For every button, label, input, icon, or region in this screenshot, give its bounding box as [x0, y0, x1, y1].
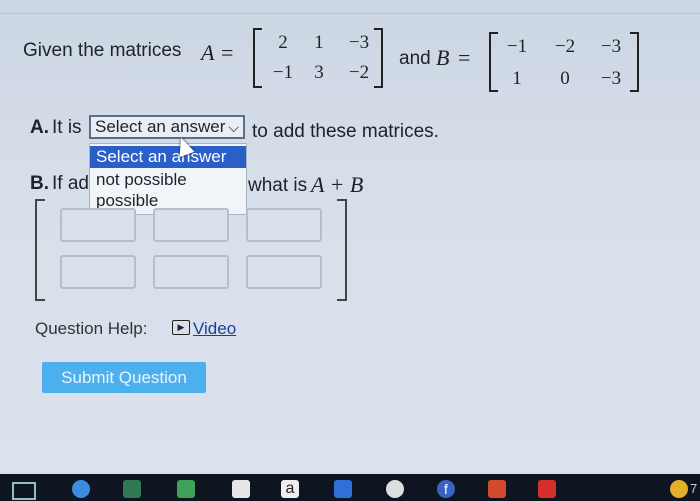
- matrix-b-cell: −3: [600, 36, 622, 57]
- submit-question-button[interactable]: Submit Question: [42, 362, 206, 393]
- clock-text: 7: [690, 481, 698, 496]
- part-a-label: A.: [30, 117, 49, 138]
- part-a-suffix: to add these matrices.: [252, 121, 439, 142]
- part-a-prefix: It is: [52, 117, 82, 138]
- answer-select-value: Select an answer: [95, 117, 226, 136]
- taskbar: a f 7: [0, 474, 700, 501]
- answer-matrix-right-bracket: [337, 199, 347, 301]
- dropdown-option-select[interactable]: Select an answer: [90, 146, 246, 168]
- answer-cell-r1c3[interactable]: [246, 208, 322, 242]
- answer-select[interactable]: Select an answer ⌵: [89, 115, 245, 139]
- question-intro: Given the matrices: [23, 40, 182, 61]
- answer-matrix-left-bracket: [35, 199, 45, 301]
- matrix-a: 2 1 −3 −1 3 −2: [253, 28, 383, 88]
- files-icon[interactable]: [123, 480, 141, 498]
- matrix-a-cell: −2: [348, 62, 370, 83]
- matrix-a-cell: 3: [314, 62, 324, 83]
- video-link[interactable]: Video: [193, 319, 236, 339]
- equals-sign-b: =: [458, 45, 471, 70]
- answer-cell-r2c1[interactable]: [60, 255, 136, 289]
- status-icon[interactable]: [670, 480, 688, 498]
- amazon-icon[interactable]: a: [281, 480, 299, 498]
- matrix-b-cell: 1: [512, 68, 522, 89]
- and-text: and: [399, 48, 431, 69]
- play-icon: ▶: [172, 320, 190, 335]
- chevron-down-icon: ⌵: [228, 119, 239, 135]
- matrix-a-cell: −1: [272, 62, 294, 83]
- matrix-b-cell: −1: [506, 36, 528, 57]
- matrix-a-cell: −3: [348, 32, 370, 53]
- answer-cell-r2c2[interactable]: [153, 255, 229, 289]
- dropdown-option-not-possible[interactable]: not possible: [90, 169, 246, 191]
- sheets-icon[interactable]: [177, 480, 195, 498]
- matrix-b-cell: 0: [560, 68, 570, 89]
- youtube-icon[interactable]: [538, 480, 556, 498]
- app-grid-icon[interactable]: [12, 482, 36, 500]
- office-icon[interactable]: [488, 480, 506, 498]
- matrix-a-cell: 2: [278, 32, 288, 53]
- matrix-a-name: A: [201, 40, 215, 65]
- part-b-expr: A + B: [311, 172, 364, 197]
- answer-cell-r1c2[interactable]: [153, 208, 229, 242]
- matrix-b-name: B: [436, 45, 450, 70]
- answer-cell-r2c3[interactable]: [246, 255, 322, 289]
- question-help-label: Question Help:: [35, 319, 148, 338]
- top-divider: [0, 13, 700, 14]
- part-b-prefix: If ad: [52, 173, 89, 194]
- part-b-label: B.: [30, 173, 49, 194]
- part-b-suffix: what is: [248, 175, 308, 196]
- matrix-b-cell: −2: [554, 36, 576, 57]
- camera-icon[interactable]: [386, 480, 404, 498]
- gmail-icon[interactable]: [232, 480, 250, 498]
- dropbox-icon[interactable]: [334, 480, 352, 498]
- answer-dropdown: Select an answer not possible possible: [89, 143, 247, 215]
- facebook-icon[interactable]: f: [437, 480, 455, 498]
- matrix-b-cell: −3: [600, 68, 622, 89]
- matrix-a-cell: 1: [314, 32, 324, 53]
- chrome-icon[interactable]: [72, 480, 90, 498]
- equals-sign: =: [221, 40, 234, 65]
- matrix-b: −1 −2 −3 1 0 −3: [489, 32, 639, 92]
- answer-cell-r1c1[interactable]: [60, 208, 136, 242]
